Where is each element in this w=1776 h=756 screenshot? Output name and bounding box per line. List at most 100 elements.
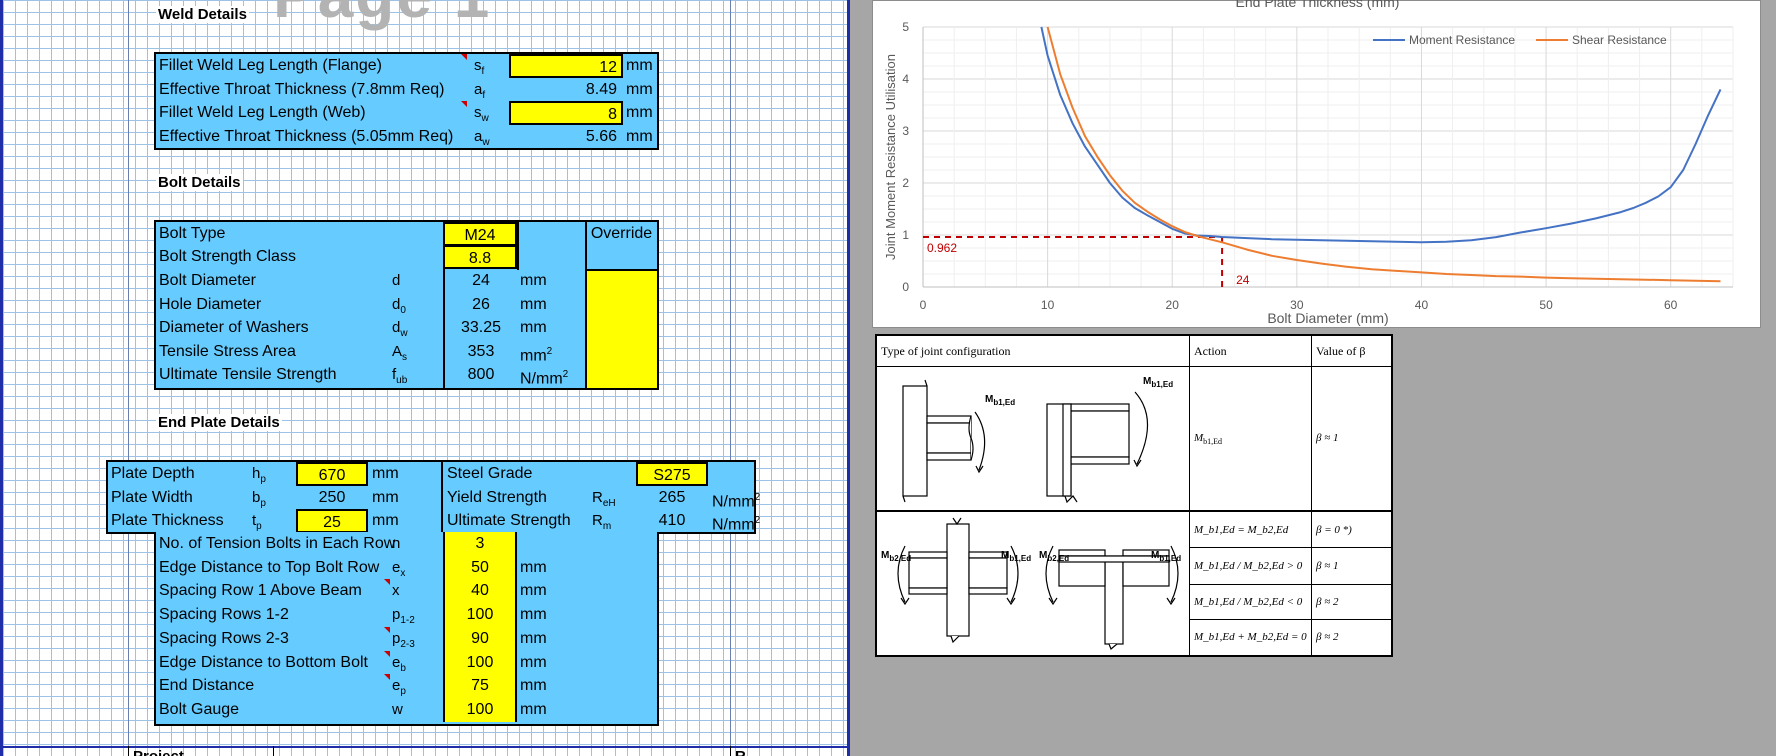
weld-row-label: Effective Throat Thickness (7.8mm Req) bbox=[159, 80, 445, 98]
plate-row-symbol: tp bbox=[252, 512, 262, 533]
bolt-layout-symbol: x bbox=[392, 582, 400, 600]
bolt-layout-input[interactable]: 100 bbox=[445, 603, 515, 627]
bolt-layout-symbol: p1-2 bbox=[392, 606, 415, 627]
weld-row: Effective Throat Thickness (5.05mm Req) a… bbox=[156, 125, 657, 149]
bolt-layout-input[interactable]: 3 bbox=[445, 532, 515, 556]
bolt-layout-unit bbox=[520, 532, 580, 556]
footer-r-label: R bbox=[735, 748, 746, 756]
action-top: Mb1,Ed bbox=[1194, 432, 1223, 447]
bolt-layout-row: Edge Distance to Bottom Bolt eb 100 mm bbox=[156, 650, 657, 675]
bolt-strength-select[interactable]: 8.8 bbox=[443, 245, 517, 269]
plate-row-right-symbol: ReH bbox=[592, 488, 616, 509]
plate-row-label: Plate Width bbox=[111, 488, 193, 506]
column-divider bbox=[730, 0, 731, 756]
bolt-layout-input[interactable]: 75 bbox=[445, 674, 515, 698]
weld-row: Effective Throat Thickness (7.8mm Req) af… bbox=[156, 78, 657, 102]
moment-label: Mb2,Ed bbox=[881, 550, 912, 563]
bolt-row-label: Diameter of Washers bbox=[159, 319, 309, 337]
plate-row-right-value: 410 bbox=[658, 512, 686, 530]
beta-row-4: β ≈ 2 bbox=[1316, 631, 1339, 643]
page-watermark: Page 1 bbox=[273, 0, 491, 32]
moment-label: Mb1,Ed bbox=[1143, 376, 1174, 389]
bolt-layout-symbol: w bbox=[392, 700, 403, 718]
series-line-moment-resistance bbox=[1040, 26, 1722, 244]
bolt-layout-input[interactable]: 50 bbox=[445, 556, 515, 580]
bolt-details-title: Bolt Details bbox=[156, 174, 243, 191]
bolt-layout-row: No. of Tension Bolts in Each Row n 3 bbox=[156, 532, 657, 556]
steel-grade-select[interactable]: S275 bbox=[636, 462, 708, 486]
bolt-layout-row: Edge Distance to Top Bolt Row ex 50 mm bbox=[156, 556, 657, 580]
bolt-row-unit: mm bbox=[520, 319, 547, 337]
bolt-layout-unit: mm bbox=[520, 653, 547, 671]
bolt-row-label: Bolt Diameter bbox=[159, 272, 256, 289]
moment-label: Mb2,Ed bbox=[1039, 550, 1070, 563]
plate-row-right-symbol: Rm bbox=[592, 512, 612, 533]
bolt-layout-input[interactable]: 40 bbox=[445, 579, 515, 603]
action-row-2: M_b1,Ed / M_b2,Ed > 0 bbox=[1194, 560, 1303, 572]
legend-label: Shear Resistance bbox=[1572, 33, 1667, 47]
plate-row-right-label: Yield Strength bbox=[447, 488, 547, 506]
beta-row-3: β ≈ 2 bbox=[1316, 596, 1339, 608]
bolt-layout-symbol: n bbox=[392, 535, 401, 552]
weld-input-field[interactable]: 12 bbox=[509, 54, 623, 78]
bolt-type-label: Bolt Type bbox=[159, 225, 226, 242]
bolt-layout-input[interactable]: 100 bbox=[445, 698, 515, 722]
x-tick-label: 20 bbox=[1166, 298, 1180, 312]
bolt-row-symbol: dw bbox=[392, 319, 408, 340]
plate-row-label: Plate Thickness bbox=[111, 512, 224, 530]
bolt-layout-symbol: eb bbox=[392, 653, 406, 674]
bolt-layout-unit: mm bbox=[520, 558, 547, 576]
y-tick-label: 1 bbox=[902, 228, 909, 242]
bolt-details-table: Bolt Type M24 Override Bolt Strength Class 8… bbox=[154, 220, 659, 390]
plate-input-field[interactable]: 25 bbox=[296, 509, 368, 534]
plate-row-right-unit: N/mm2 bbox=[712, 491, 761, 510]
end-plate-bolt-layout-table: No. of Tension Bolts in Each Row n 3 Edge D… bbox=[154, 532, 659, 726]
bolt-type-row: Bolt Type M24 Override bbox=[156, 222, 657, 246]
moment-label: Mb1,Ed bbox=[1151, 550, 1182, 563]
bolt-layout-label: No. of Tension Bolts in Each Row bbox=[159, 535, 396, 552]
beta-reference-table: Type of joint configuration Action Value… bbox=[875, 334, 1393, 657]
bolt-layout-input[interactable]: 100 bbox=[445, 651, 515, 675]
header-joint-configuration: Type of joint configuration bbox=[881, 344, 1011, 358]
bolt-row-label: Hole Diameter bbox=[159, 295, 262, 313]
bolt-layout-row: Spacing Rows 1-2 p1-2 100 mm bbox=[156, 603, 657, 627]
y-axis-title: Joint Moment Resistance Utilisation bbox=[883, 54, 898, 260]
chart-canvas: 0123450 10 20 30 40 50 60Bolt Diameter (mm)Joi… bbox=[883, 20, 1734, 326]
plate-row: Plate Width bp 250 mm Yield Strength ReH 265 N/… bbox=[108, 486, 761, 510]
bolt-type-select[interactable]: M24 bbox=[443, 222, 517, 246]
utilisation-chart[interactable]: End Plate Thickness (mm) 0 1 2 3 4 5 0 10 20 30 40… bbox=[872, 0, 1761, 328]
weld-row: Fillet Weld Leg Length (Flange) sf 12 mm bbox=[156, 54, 657, 78]
bolt-row-unit: mm bbox=[520, 295, 547, 313]
action-row-1: M_b1,Ed = M_b2,Ed bbox=[1194, 524, 1289, 536]
legend-label: Moment Resistance bbox=[1409, 33, 1515, 47]
x-tick-label: 10 bbox=[1041, 298, 1055, 312]
bolt-layout-label: Edge Distance to Bottom Bolt bbox=[159, 653, 368, 671]
bolt-layout-symbol: ep bbox=[392, 677, 406, 698]
weld-row-symbol: af bbox=[474, 80, 486, 101]
bolt-row-value: 26 bbox=[472, 295, 490, 313]
weld-row-symbol: aw bbox=[474, 127, 490, 148]
weld-row-label: Effective Throat Thickness (5.05mm Req) bbox=[159, 127, 454, 145]
bolt-row: Hole Diameter d0 26 mm bbox=[156, 293, 657, 317]
bolt-layout-label: Spacing Rows 1-2 bbox=[159, 606, 289, 624]
bolt-layout-label: Spacing Row 1 Above Beam bbox=[159, 582, 362, 600]
plate-input-field[interactable]: 670 bbox=[296, 462, 368, 486]
weld-row-symbol: sf bbox=[474, 57, 485, 77]
spreadsheet-page[interactable]: Page 1 Project R Weld Details Fillet Wel… bbox=[0, 0, 850, 756]
comment-indicator bbox=[384, 626, 390, 633]
weld-input-field[interactable]: 8 bbox=[509, 101, 623, 125]
bolt-layout-input[interactable]: 90 bbox=[445, 627, 515, 651]
bolt-strength-row: Bolt Strength Class 8.8 bbox=[156, 245, 657, 269]
bolt-row-value: 24 bbox=[472, 272, 490, 289]
annotation-y-label: 0.962 bbox=[927, 241, 957, 255]
override-header: Override bbox=[590, 225, 653, 242]
weld-row-label: Fillet Weld Leg Length (Flange) bbox=[159, 57, 382, 74]
weld-row-label: Fillet Weld Leg Length (Web) bbox=[159, 104, 366, 121]
x-axis-title: Bolt Diameter (mm) bbox=[1267, 310, 1388, 326]
bolt-layout-row: End Distance ep 75 mm bbox=[156, 674, 657, 698]
weld-value: 8.49 bbox=[585, 80, 617, 98]
comment-indicator bbox=[384, 650, 390, 657]
weld-unit: mm bbox=[626, 104, 653, 121]
bolt-layout-unit: mm bbox=[520, 677, 547, 695]
header-action: Action bbox=[1194, 344, 1227, 358]
